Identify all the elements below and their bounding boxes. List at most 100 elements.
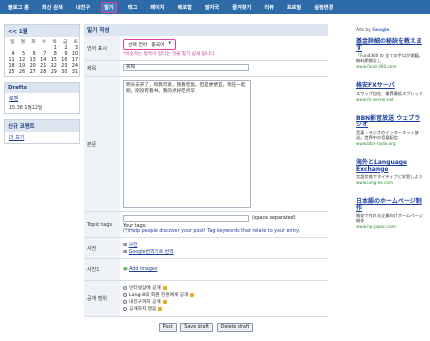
privacy-option-members[interactable]: Lang-8의 회원 전원에게 공개 (123, 292, 325, 298)
ad-desc: 言語交換でネイティブと学習しよう (356, 174, 423, 180)
google-translate-link[interactable]: Google번역기로 번역 (129, 250, 174, 255)
body-row: 본문 明天去买了，和我可爱，我看吃饭。但是便便宜。现在一起刚，刚没有看书。我的点… (84, 77, 328, 212)
google-logo: Google (372, 28, 390, 33)
lang-opt-chinese[interactable]: 중국어 (149, 41, 166, 48)
ad-url[interactable]: www.hp-japan.com (356, 224, 424, 229)
lang-label: 언어 표시 (84, 36, 120, 60)
chevron-down-icon[interactable]: ▾ (166, 41, 172, 48)
radio-button[interactable] (123, 286, 127, 290)
ad-item: BBN影音放送 ウェブラジオ 音楽・ラジオのインターネット放送。世界中の音楽配信 w… (356, 115, 424, 146)
ad-desc: 「Fund360 の 全ての手口が満載。無料期間なし (356, 53, 423, 64)
option-label: 인터넷상에 공개 (129, 286, 161, 291)
ad-item: 基金詳細の秘訣を教えます 「Fund360 の 全ての手口が満載。無料期間なし ww… (356, 38, 424, 69)
ad-url[interactable]: www.fund-360.com (356, 64, 424, 69)
ad-desc: 格安で作れる企業向けホームページ制作 (356, 213, 423, 224)
tags-input[interactable] (123, 215, 249, 222)
ad-item: 海外とLanguage Exchange 言語交換でネイティブと学習しよう www.… (356, 159, 424, 185)
lang-row: 언어 표시 선택 언어 중국어 ▾ *비슷하는 항목이 있다는 것을 찾기 쉽게 됩… (84, 36, 328, 61)
calendar: << 1월 일 월 화 수 목 금 토 123 4 5 6 7 8 9 10 11 12 13 1… (4, 24, 80, 77)
nav-item-search[interactable]: 최신 검색 (40, 3, 65, 12)
privacy-row: 공개 범위 인터넷상에 공개 Lang-8의 회원 전원에게 공개 내친구까지 … (84, 281, 328, 317)
weekday: 일 (10, 40, 15, 45)
option-label: 공개하지 않음 (129, 307, 157, 312)
option-label: 내친구까지 공개 (129, 300, 161, 305)
draft-time: 15:38 1월12일 (9, 106, 43, 111)
photo-row: 사진1 ▣ Add images (84, 259, 328, 281)
body-textarea[interactable]: 明天去买了，和我可爱，我看吃饭。但是便便宜。现在一起刚，刚没有看书。我的点好吃点… (123, 80, 251, 208)
lock-icon (190, 293, 195, 297)
nav-item-inbox[interactable]: 배포함 (176, 3, 194, 12)
form-buttons: Post Save draft Delete draft (84, 317, 328, 338)
lock-icon (158, 307, 163, 311)
nav-item-page[interactable]: 페이지 (148, 3, 166, 12)
ad-title[interactable]: 海外とLanguage Exchange (356, 159, 424, 173)
title-row: 제목 买和 (84, 61, 328, 77)
weekday: 목 (52, 40, 57, 45)
ad-title[interactable]: 日本語のホームページ制作 (356, 198, 424, 212)
privacy-option-friends[interactable]: 내친구까지 공개 (123, 299, 325, 305)
ads-by-text: Ads by (356, 28, 371, 33)
nav-item-diary[interactable]: 알기 (101, 1, 117, 13)
nav-item-profile[interactable]: 프로필 (285, 3, 303, 12)
weekday: 토 (73, 40, 78, 45)
nav-item-review[interactable]: 리뷰 (262, 3, 276, 12)
ad-title[interactable]: 基金詳細の秘訣を教えます (356, 38, 424, 52)
calendar-day: 26 (19, 69, 26, 75)
draft-link[interactable]: 로맨 (5, 93, 79, 104)
comments-more-link[interactable]: 더 보기 (5, 132, 79, 143)
ad-url[interactable]: www.fx-server.net (356, 97, 424, 102)
drafts-title: Drafts (5, 83, 79, 93)
ad-desc: スワップ自在、業界最低スプレッド (356, 90, 424, 96)
ad-url[interactable]: www.bbn-radio.org (356, 141, 424, 146)
calendar-grid: 일 월 화 수 목 금 토 123 4 5 6 7 8 9 10 11 12 13 14 15 16 1… (5, 38, 79, 75)
privacy-label: 공개 범위 (84, 281, 120, 316)
lang-opt-select[interactable]: 선택 언어 (126, 41, 149, 48)
calendar-title[interactable]: << 1월 (5, 25, 79, 37)
left-sidebar: << 1월 일 월 화 수 목 금 토 123 4 5 6 7 8 9 10 11 12 13 1… (4, 24, 80, 149)
weekday: 월 (20, 40, 26, 45)
radio-button[interactable] (123, 293, 127, 297)
save-draft-button[interactable]: Save draft (180, 323, 214, 332)
weekday: 화 (31, 40, 36, 45)
option-label: Lang-8의 회원 전원에게 공개 (129, 293, 189, 298)
weekday: 금 (62, 40, 68, 45)
nav-item-footprints[interactable]: 발자국 (203, 3, 221, 12)
dict-label: 사전 (84, 238, 120, 258)
add-images-link[interactable]: Add images (129, 267, 157, 272)
delete-draft-button[interactable]: Delete draft (216, 323, 254, 332)
title-input[interactable]: 买和 (123, 64, 249, 71)
photo-label: 사진1 (84, 259, 120, 280)
privacy-option-private[interactable]: 공개하지 않음 (123, 306, 325, 312)
ads-by-google[interactable]: Ads by Google (356, 28, 424, 33)
radio-button[interactable] (123, 307, 127, 311)
title-label: 제목 (84, 61, 120, 76)
lang-note: *비슷하는 항목이 있다는 것을 찾기 쉽게 됩니다 (123, 52, 215, 57)
post-button[interactable]: Post (158, 323, 177, 332)
body-label: 본문 (84, 77, 120, 211)
nav-item-friends[interactable]: 내친구 (74, 3, 92, 12)
tags-label: Topic tags (84, 212, 120, 237)
nav-item-settings[interactable]: 설정변경 (312, 3, 335, 12)
ad-desc: 音楽・ラジオのインターネット放送。世界中の音楽配信 (356, 129, 419, 140)
lock-icon (162, 300, 167, 304)
radio-button[interactable] (123, 300, 127, 304)
ad-url[interactable]: www.lang-ex.com (356, 180, 424, 185)
dict-row: 사전 ⊞ 사전 ⊞ Google번역기로 번역 (84, 238, 328, 259)
tag-help: (*)Help people discover your post! Tag k… (123, 229, 300, 234)
nav-item-tags[interactable]: 태그 (126, 3, 140, 12)
privacy-option-public[interactable]: 인터넷상에 공개 (123, 285, 325, 291)
tags-hint: (space separated) (252, 216, 296, 221)
lang-select[interactable]: 선택 언어 중국어 ▾ (123, 39, 176, 50)
comments-box: 신규 코멘트 더 보기 (4, 119, 80, 144)
calendar-week: 25 26 27 28 29 30 31 (5, 69, 79, 75)
nav-item-home[interactable]: 블로그 홈 (6, 3, 31, 12)
plus-icon: ⊞ (123, 250, 128, 255)
image-icon: ▣ (123, 267, 128, 272)
drafts-box: Drafts 로맨 15:38 1월12일 (4, 82, 80, 114)
ad-item: 格安FXサーバ スワップ自在、業界最低スプレッド www.fx-server.net (356, 83, 424, 102)
weekday: 수 (41, 40, 47, 45)
form-header: 일기 작성 (84, 24, 328, 36)
nav-item-favorites[interactable]: 즐겨찾기 (230, 3, 253, 12)
ad-title[interactable]: 格安FXサーバ (356, 83, 424, 90)
ad-title[interactable]: BBN影音放送 ウェブラジオ (356, 115, 424, 129)
